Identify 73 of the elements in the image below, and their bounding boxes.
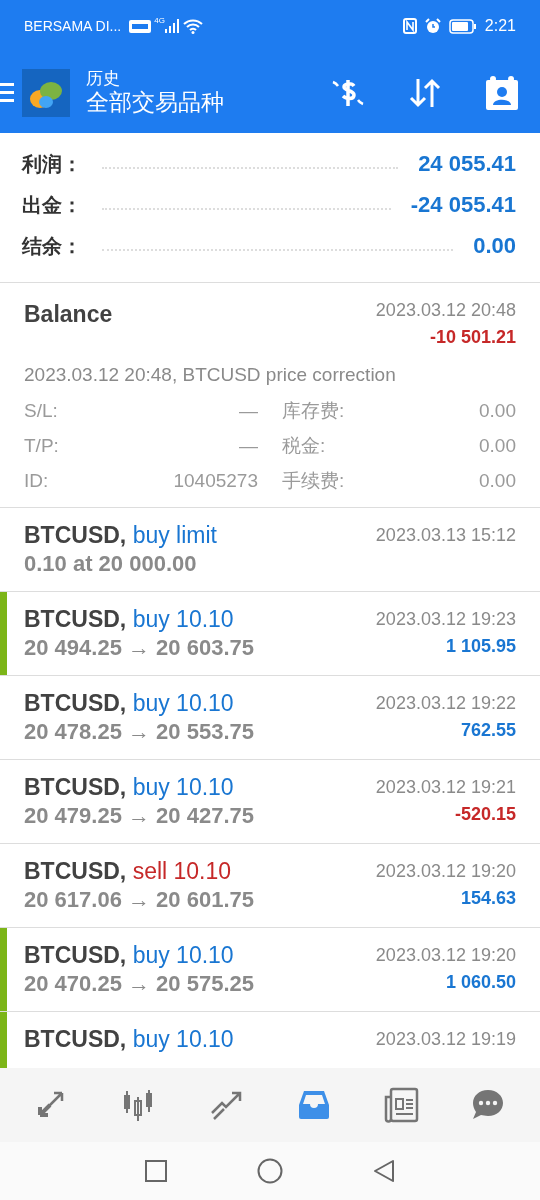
volte-icon [129,19,152,33]
deal-profit: 1 060.50 [445,971,516,994]
detail-label: 税金: [282,433,326,458]
deal-title: BTCUSD, buy 10.10 [24,690,235,718]
deal-prices: 20 470.25 → 20 575.25 [24,969,254,998]
detail-value: — [239,398,258,423]
deal-title: BTCUSD, buy limit [24,522,217,550]
deal-row[interactable]: BTCUSD, sell 10.10 20 617.06 → 20 601.75 2023.03.12 19:20 154.63 [0,844,540,928]
detail-label: 手续费: [282,468,345,493]
signal-icon [164,19,179,33]
deal-profit: -520.15 [454,803,516,826]
detail-value: 0.00 [479,433,516,458]
carrier-name: BERSAMA DI... [24,16,122,36]
back-icon[interactable] [373,1159,395,1183]
deal-title: BTCUSD, sell 10.10 [24,858,233,886]
detail-label: S/L: [24,398,58,423]
recents-icon[interactable] [145,1160,167,1182]
alarm-icon [424,18,441,34]
deal-date: 2023.03.12 19:22 [375,692,516,715]
deal-profit: 762.55 [460,719,516,742]
detail-value: — [239,433,258,458]
deal-prices: 20 617.06 → 20 601.75 [24,885,254,914]
detail-value: 10405273 [173,468,258,493]
detail-label: ID: [24,468,49,493]
deal-date: 2023.03.12 19:20 [375,860,516,883]
summary-value: -24 055.41 [410,191,516,219]
balance-title: Balance [24,300,113,329]
summary-label: 出金： [22,192,82,218]
deal-date: 2023.03.12 19:19 [375,1028,516,1051]
deal-prices: 0.10 at 20 000.00 [24,549,198,578]
clock-time: 2:21 [484,16,516,36]
deal-title: BTCUSD, buy 10.10 [24,942,235,970]
battery-icon [448,18,477,34]
deal-prices: 20 479.25 → 20 427.75 [24,801,254,830]
summary-value: 0.00 [473,232,516,260]
network-type: 4G [154,15,165,27]
sort-icon[interactable] [408,76,442,109]
balance-card[interactable]: Balance 2023.03.12 20:48 -10 501.21 2023.03.12 20:48, BTCUSD price correction S/L: — 库存费: 0.00 T/P: — 税金: 0.00 ID: 10405273 手续费: 0.00 [0,283,540,508]
deal-date: 2023.03.12 19:21 [375,776,516,799]
deal-prices: 20 494.25 → 20 603.75 [24,633,254,662]
detail-value: 0.00 [479,398,516,423]
deal-date: 2023.03.13 15:12 [375,524,516,547]
deal-title: BTCUSD, buy 10.10 [24,774,235,802]
detail-label: T/P: [24,433,59,458]
calendar-person-icon[interactable] [484,74,520,111]
deal-comment: 2023.03.12 20:48, BTCUSD price correction [24,363,397,387]
detail-label: 库存费: [282,398,345,423]
deal-prices: 20 478.25 → 20 553.75 [24,717,254,746]
screen-title: 历史 [86,68,121,89]
app-logo-icon [22,68,70,117]
home-icon[interactable] [257,1158,283,1184]
nfc-icon [402,18,417,34]
symbol-filter[interactable]: 全部交易品种 [86,88,224,117]
order-row[interactable]: BTCUSD, buy limit 0.10 at 20 000.00 2023.03.13 15:12 [0,508,540,592]
menu-icon[interactable] [0,81,14,104]
deal-date: 2023.03.12 20:48 [375,299,516,322]
summary-label: 结余： [22,233,82,259]
deal-row[interactable]: BTCUSD, buy 10.10 20 494.25 → 20 603.75 2023.03.12 19:23 1 105.95 [0,592,540,676]
summary-value: 24 055.41 [418,150,516,178]
deal-row[interactable]: BTCUSD, buy 10.10 20 479.25 → 20 427.75 2023.03.12 19:21 -520.15 [0,760,540,844]
wifi-icon [182,18,203,34]
deal-row[interactable]: BTCUSD, buy 10.10 20 478.25 → 20 553.75 2023.03.12 19:22 762.55 [0,676,540,760]
deal-date: 2023.03.12 19:20 [375,944,516,967]
deal-profit: 154.63 [460,887,516,910]
detail-value: 0.00 [479,468,516,493]
deal-title: BTCUSD, buy 10.10 [24,1026,234,1054]
newspaper-icon[interactable] [382,1087,419,1123]
balance-amount: -10 501.21 [429,326,516,349]
summary-label: 利润： [22,151,82,177]
deal-date: 2023.03.12 19:23 [375,608,516,631]
deal-profit: 1 105.95 [445,635,516,658]
deal-title: BTCUSD, buy 10.10 [24,606,235,634]
deal-row[interactable]: BTCUSD, buy 10.10 20 470.25 → 20 575.25 2023.03.12 19:20 1 060.50 [0,928,540,1012]
